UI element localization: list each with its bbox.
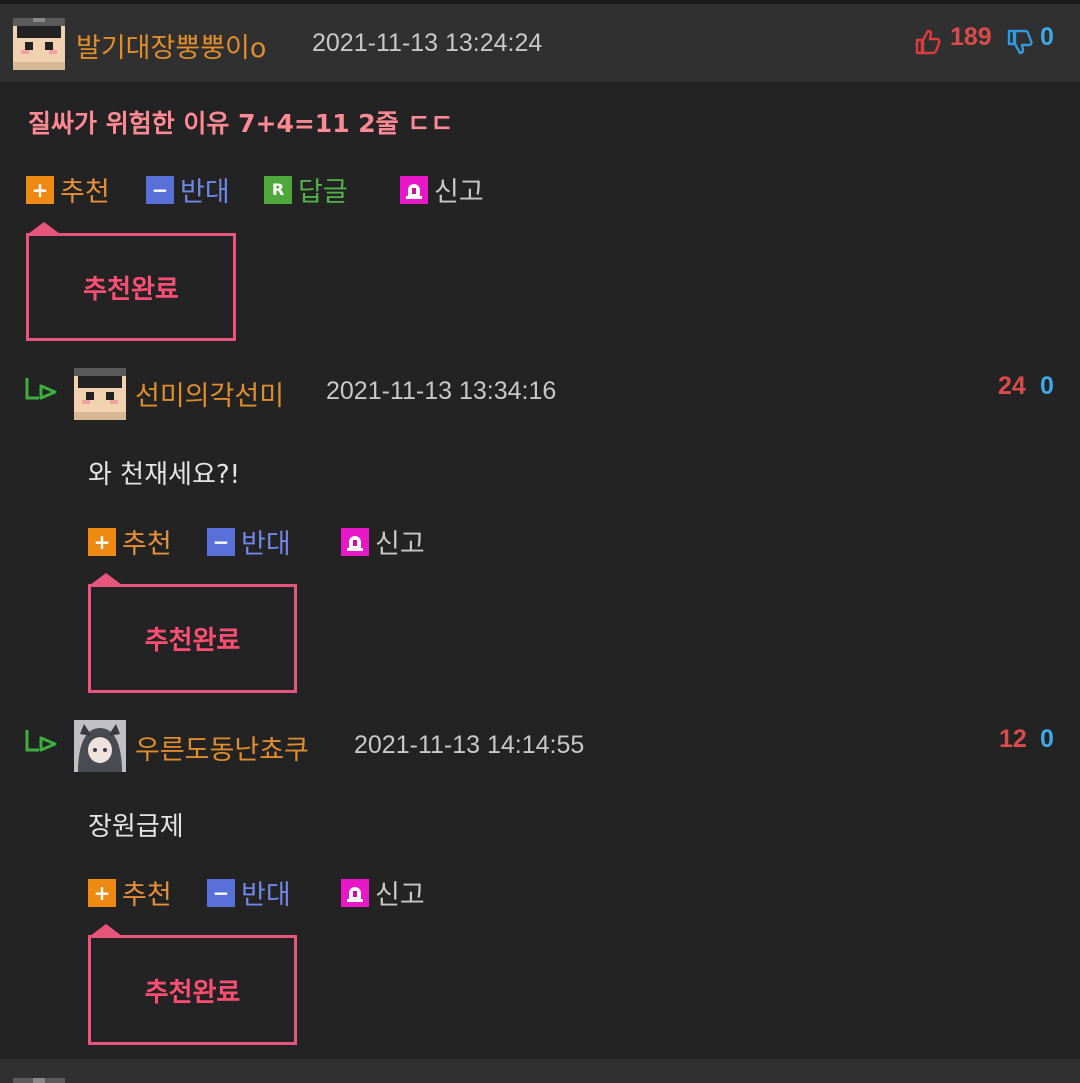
recommend-label: 추천 [122,880,172,911]
reply-up-count: 12 [999,725,1027,753]
recommend-label: 추천 [60,177,110,208]
oppose-label: 반대 [241,529,291,560]
comment-up-count: 189 [950,23,992,51]
reply-text: 장원급제 [88,812,184,842]
reply-badge-icon: R [264,175,292,204]
reply-nickname[interactable]: 우른도동난쵸쿠 [135,728,309,767]
recommend-button[interactable]: + 추천 [88,873,172,912]
reply-date: 2021-11-13 13:34:16 [326,377,557,405]
comment-text: 질싸가 위험한 이유 7+4=11 2줄 ㄷㄷ [28,109,454,138]
report-label: 신고 [434,177,484,208]
report-label: 신고 [375,880,425,911]
minus-icon: − [207,878,235,907]
comment-date: 2021-11-13 13:24:24 [312,29,543,57]
oppose-label: 반대 [180,177,230,208]
comment-down-count: 0 [1040,23,1054,51]
minus-icon: − [146,175,174,204]
siren-icon [341,527,369,556]
oppose-button[interactable]: − 반대 [207,873,291,912]
avatar[interactable] [13,18,65,70]
report-button[interactable]: 신고 [341,522,425,561]
oppose-button[interactable]: − 반대 [207,522,291,561]
recommend-button[interactable]: + 추천 [26,170,110,209]
report-label: 신고 [375,529,425,560]
avatar[interactable] [74,368,126,420]
recommend-complete-toast: 추천완료 [88,935,297,1045]
oppose-button[interactable]: − 반대 [146,170,230,209]
reply-label: 답글 [298,177,348,208]
avatar[interactable] [13,1073,65,1083]
reply-arrow-icon [25,378,57,400]
avatar[interactable] [74,720,126,772]
recommend-complete-toast: 추천완료 [88,584,297,693]
siren-icon [341,878,369,907]
reply-arrow-icon [25,730,57,752]
reply-up-count: 24 [998,372,1026,400]
comment-nickname[interactable]: 발기대장뿡뿡이o [76,26,266,65]
oppose-label: 반대 [241,880,291,911]
reply-nickname[interactable]: 선미의각선미 [135,374,284,413]
report-button[interactable]: 신고 [341,873,425,912]
reply-down-count: 0 [1040,725,1054,753]
reply-button[interactable]: R 답글 [264,170,348,209]
plus-icon: + [26,175,54,204]
reply-text: 와 천재세요?! [88,460,241,490]
reply-date: 2021-11-13 14:14:55 [354,731,585,759]
next-comment-header [0,1059,1080,1083]
minus-icon: − [207,527,235,556]
thumbs-down-icon[interactable] [1006,28,1034,56]
report-button[interactable]: 신고 [400,170,484,209]
siren-icon [400,175,428,204]
reply-down-count: 0 [1040,372,1054,400]
plus-icon: + [88,878,116,907]
recommend-button[interactable]: + 추천 [88,522,172,561]
recommend-complete-toast: 추천완료 [26,233,236,341]
comment-header: 발기대장뿡뿡이o 2021-11-13 13:24:24 189 0 [0,4,1080,82]
plus-icon: + [88,527,116,556]
recommend-label: 추천 [122,529,172,560]
thumbs-up-icon[interactable] [914,28,942,56]
